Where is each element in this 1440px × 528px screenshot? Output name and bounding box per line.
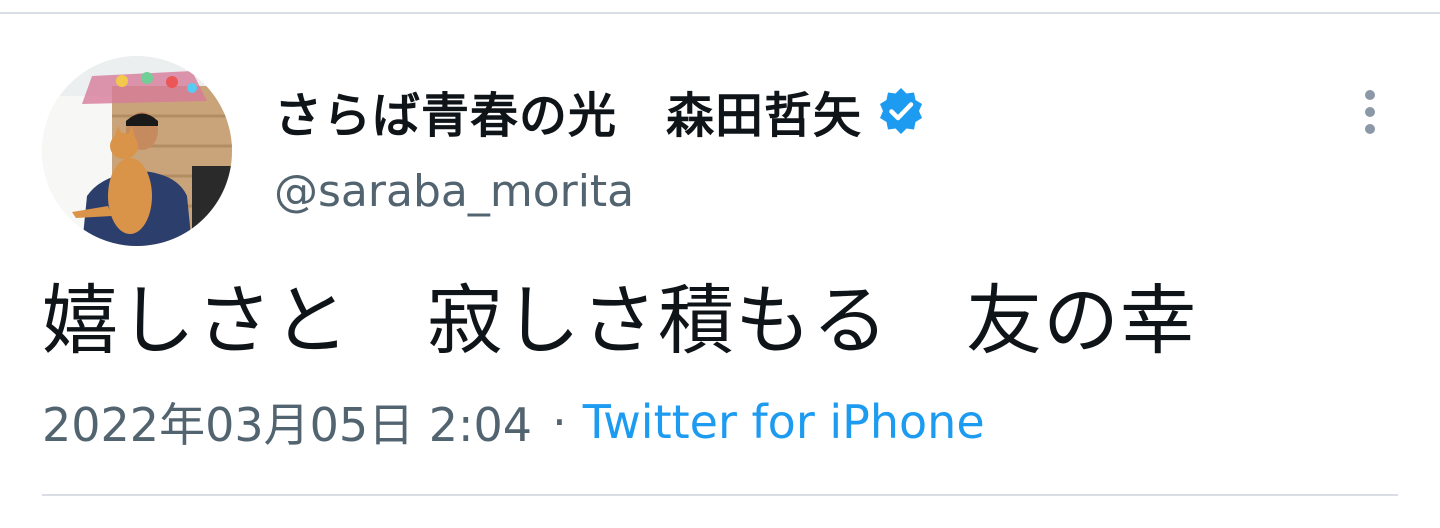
tweet-timestamp[interactable]: 2022年03月05日 2:04	[42, 389, 532, 455]
bottom-divider	[42, 494, 1398, 496]
avatar[interactable]	[42, 56, 232, 246]
tweet-text: 嬉しさと 寂しさ積もる 友の幸	[42, 276, 1197, 365]
more-dot	[1365, 124, 1375, 134]
author-display-name[interactable]: さらば青春の光 森田哲矢	[274, 76, 862, 146]
author-handle[interactable]: @saraba_morita	[274, 166, 634, 217]
more-options-icon[interactable]	[1350, 86, 1390, 138]
top-divider	[0, 12, 1440, 14]
tweet-meta: 2022年03月05日 2:04 · Twitter for iPhone	[42, 392, 985, 452]
meta-separator: ·	[552, 395, 567, 449]
verified-badge-icon	[880, 88, 923, 134]
more-dot	[1365, 107, 1375, 117]
author-name-row[interactable]: さらば青春の光 森田哲矢	[274, 78, 926, 144]
tweet-source-link[interactable]: Twitter for iPhone	[583, 395, 985, 449]
more-dot	[1365, 90, 1375, 100]
